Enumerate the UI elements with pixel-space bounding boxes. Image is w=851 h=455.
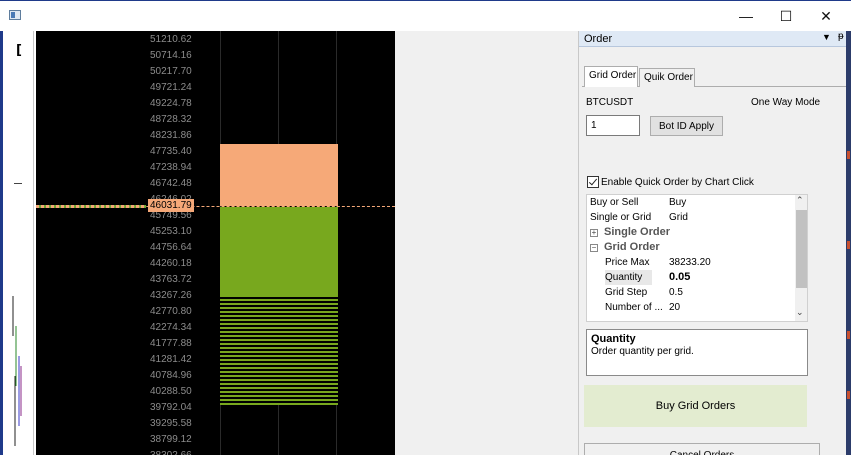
price-level: 46742.48 [150,178,192,189]
price-level: 38799.12 [150,434,192,445]
price-level: 39295.58 [150,418,192,429]
left-strip-label: [ [16,43,22,58]
window-left-edge [0,31,3,455]
price-level: 47735.40 [150,146,192,157]
property-key: Quantity [605,270,653,285]
quick-order-checkbox[interactable] [587,176,599,188]
price-ladder[interactable]: 51210.62 50714.16 50217.70 49721.24 49224.78… [36,31,395,455]
price-level: 51210.62 [150,34,192,45]
buy-grid-levels [220,295,338,405]
property-row[interactable]: Single or Grid Grid [587,210,795,225]
left-chart-strip: [ [0,31,34,455]
property-key: Grid Step [605,287,648,298]
empty-workspace [395,31,578,455]
category-label: Grid Order [604,241,660,253]
position-mode-label: One Way Mode [751,97,821,108]
price-level: 40288.50 [150,386,192,397]
price-level: 48728.32 [150,114,192,125]
property-row-selected[interactable]: Quantity 0.05 [587,270,795,285]
property-key: Single or Grid [590,212,652,223]
mini-chart [12,296,22,446]
maximize-button[interactable]: ☐ [766,1,806,31]
price-level: 40784.96 [150,370,192,381]
price-level: 39792.04 [150,402,192,413]
scrollbar-thumb[interactable] [796,210,807,288]
price-level: 49721.24 [150,82,192,93]
price-level: 47238.94 [150,162,192,173]
property-value[interactable]: 38233.20 [669,255,711,270]
property-row[interactable]: Number of ... 20 [587,300,795,315]
property-description: Quantity Order quantity per grid. [586,329,808,376]
scroll-up-icon[interactable]: ⌃ [796,195,804,206]
price-level: 49224.78 [150,98,192,109]
price-level: 50714.16 [150,50,192,61]
price-level: 42770.80 [150,306,192,317]
buy-volume-bar [220,207,338,295]
property-value[interactable]: 0.05 [669,270,690,285]
bot-id-input[interactable] [586,115,640,136]
property-key: Price Max [605,257,650,268]
price-level: 45253.10 [150,226,192,237]
property-row[interactable]: Grid Step 0.5 [587,285,795,300]
price-level: 43763.72 [150,274,192,285]
close-button[interactable]: ✕ [806,1,846,31]
price-level: 50217.70 [150,66,192,77]
last-price-label: 46031.79 [148,199,194,212]
property-row[interactable]: Price Max 38233.20 [587,255,795,270]
property-value[interactable]: 20 [669,300,680,315]
panel-pin-icon[interactable]: ᵽ [838,31,844,42]
collapse-icon[interactable]: − [590,244,598,252]
buy-grid-orders-button[interactable]: Buy Grid Orders [584,385,807,427]
price-level: 43267.26 [150,290,192,301]
bot-id-apply-button[interactable]: Bot ID Apply [650,116,723,136]
title-bar: — ☐ ✕ [0,0,851,31]
expand-icon[interactable]: + [590,229,598,237]
left-strip-tick [14,183,22,184]
order-panel: Order ▼ ᵽ Grid Order Quik Order BTCUSDT … [578,31,851,455]
property-category-grid-order[interactable]: − Grid Order [587,240,795,255]
minimize-button[interactable]: — [726,1,766,31]
description-title: Quantity [591,333,636,345]
sell-volume-bar [220,144,338,206]
tab-grid-order[interactable]: Grid Order [584,66,638,87]
app-icon [9,10,21,20]
property-category-single-order[interactable]: + Single Order [587,225,795,240]
quick-order-checkbox-row[interactable]: Enable Quick Order by Chart Click [587,176,754,188]
symbol-label: BTCUSDT [586,97,634,108]
property-value[interactable]: Grid [669,210,688,225]
price-level: 44756.64 [150,242,192,253]
property-key: Number of ... [605,302,663,313]
price-level: 38302.66 [150,450,210,455]
panel-dropdown-icon[interactable]: ▼ [822,32,831,42]
price-level: 41281.42 [150,354,192,365]
quick-order-label: Enable Quick Order by Chart Click [601,176,754,188]
scroll-down-icon[interactable]: ⌄ [796,307,804,318]
category-label: Single Order [604,226,671,238]
property-key: Buy or Sell [590,197,639,208]
order-panel-title: Order [584,33,613,45]
last-price-line [36,206,395,207]
property-row[interactable]: Buy or Sell Buy [587,195,795,210]
property-value[interactable]: Buy [669,195,686,210]
property-grid: Buy or Sell Buy Single or Grid Grid + Si… [586,194,808,322]
property-value[interactable]: 0.5 [669,285,683,300]
window-right-edge [846,31,851,455]
cancel-orders-button[interactable]: Cancel Orders [584,443,820,455]
price-level: 42274.34 [150,322,192,333]
order-panel-header: Order ▼ ᵽ [579,31,851,47]
price-level: 41777.88 [150,338,192,349]
property-scrollbar[interactable]: ⌃ ⌄ [795,195,807,321]
price-level: 48231.86 [150,130,192,141]
price-level: 44260.18 [150,258,192,269]
tab-quik-order[interactable]: Quik Order [639,68,695,87]
description-text: Order quantity per grid. [591,346,694,357]
